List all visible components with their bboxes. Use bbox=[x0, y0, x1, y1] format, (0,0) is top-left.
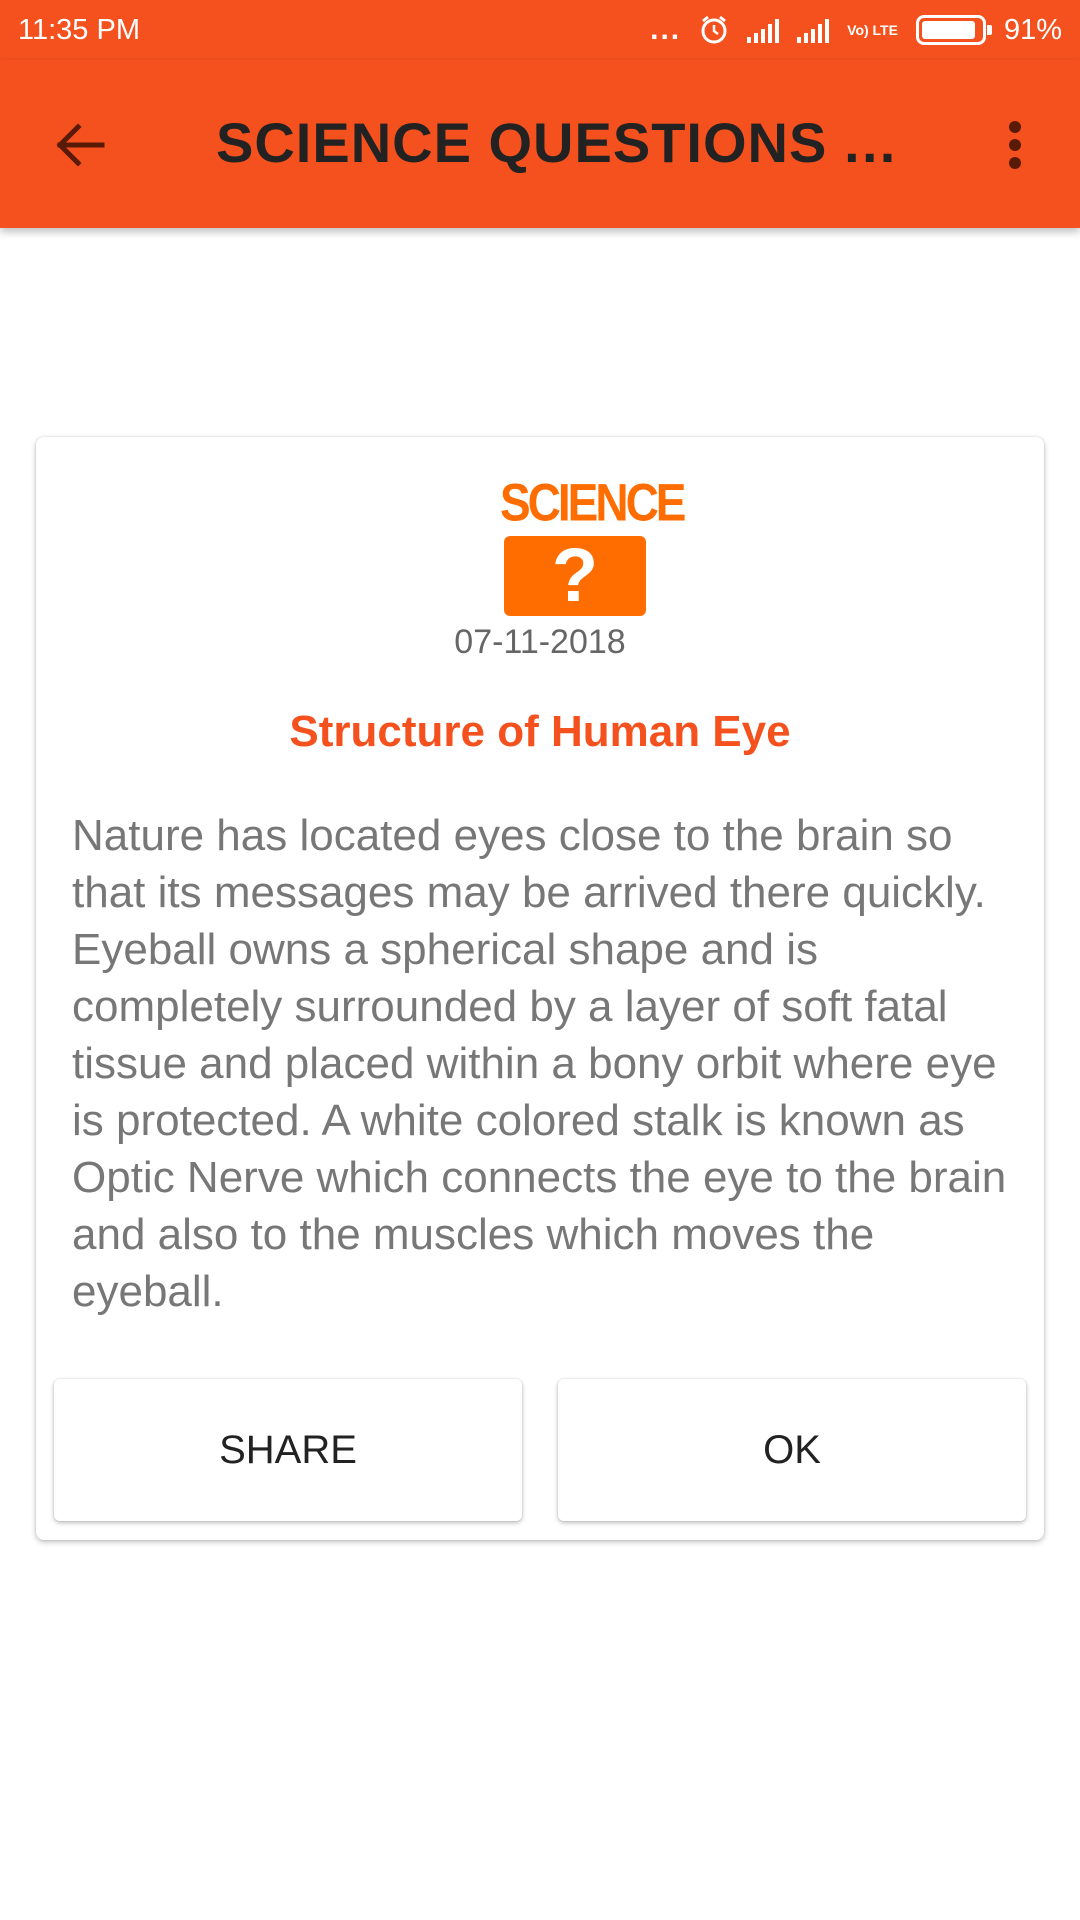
more-notifications-icon: ... bbox=[650, 13, 682, 46]
status-icons: ... Vo) LTE 91% bbox=[650, 13, 1062, 47]
battery-percent: 91% bbox=[1003, 13, 1062, 46]
more-vertical-icon bbox=[1009, 121, 1021, 133]
question-card: SCIENCE ? 07-11-2018 Structure of Human … bbox=[36, 437, 1044, 1540]
science-logo: SCIENCE ? bbox=[500, 472, 686, 618]
signal-2-icon bbox=[797, 17, 830, 43]
status-time: 11:35 PM bbox=[18, 13, 140, 46]
volte-icon: Vo) LTE bbox=[847, 22, 898, 38]
post-date: 07-11-2018 bbox=[454, 623, 626, 661]
ok-button[interactable]: OK bbox=[558, 1379, 1026, 1521]
logo-word: SCIENCE bbox=[500, 472, 686, 532]
page-title: SCIENCE QUESTIONS AN... bbox=[216, 111, 936, 174]
alarm-icon bbox=[701, 15, 727, 44]
question-mark-icon: ? bbox=[504, 536, 646, 616]
battery-level bbox=[921, 21, 975, 39]
status-bar: 11:35 PM ... Vo) LTE 91% bbox=[0, 0, 1080, 60]
battery-icon bbox=[915, 15, 992, 45]
overflow-menu-button[interactable] bbox=[1000, 115, 1030, 175]
article-title: Structure of Human Eye bbox=[289, 707, 791, 756]
signal-1-icon bbox=[747, 17, 780, 43]
app-bar: SCIENCE QUESTIONS AN... bbox=[0, 60, 1080, 228]
share-button[interactable]: SHARE bbox=[54, 1379, 522, 1521]
back-button[interactable] bbox=[50, 115, 110, 175]
arrow-left-icon bbox=[56, 123, 105, 167]
article-body: Nature has located eyes close to the bra… bbox=[72, 811, 1007, 1316]
